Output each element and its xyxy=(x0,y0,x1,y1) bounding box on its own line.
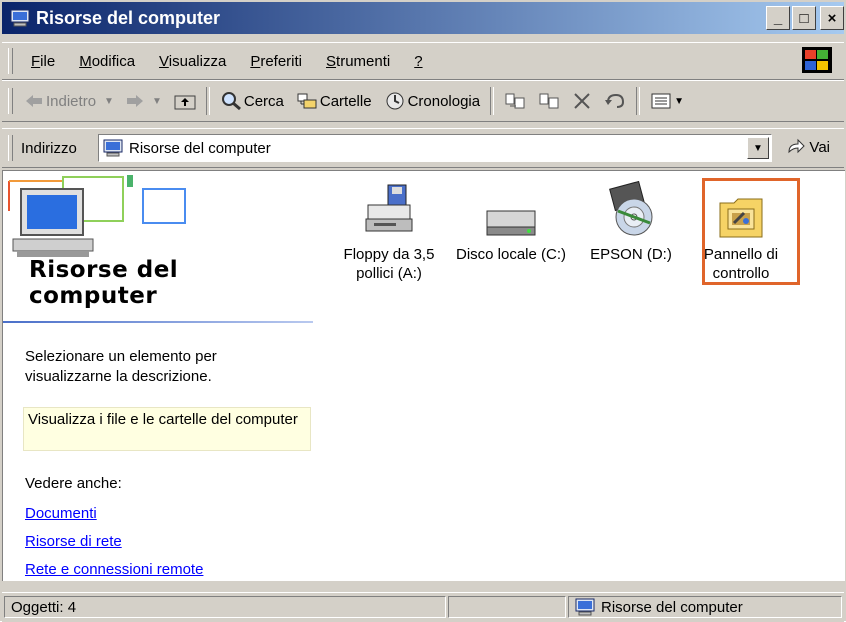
history-icon xyxy=(386,92,404,110)
folders-button[interactable]: Cartelle xyxy=(296,92,372,110)
history-button[interactable]: Cronologia xyxy=(384,91,480,111)
link-documenti[interactable]: Documenti xyxy=(25,505,97,522)
title-divider xyxy=(3,321,313,323)
back-dropdown-icon[interactable]: ▼ xyxy=(104,96,114,107)
views-button[interactable]: ▼ xyxy=(650,92,684,110)
up-folder-button[interactable] xyxy=(174,92,196,110)
back-button[interactable]: Indietro ▼ xyxy=(25,93,114,110)
menu-preferiti[interactable]: Preferiti xyxy=(250,53,302,70)
see-also-heading: Vedere anche: xyxy=(25,475,122,492)
standard-toolbar: Indietro ▼ ▼ Cerca Cartelle Cronologia ▼ xyxy=(2,80,844,122)
views-dropdown-icon[interactable]: ▼ xyxy=(674,96,684,107)
forward-arrow-icon xyxy=(126,95,143,107)
back-arrow-icon xyxy=(26,95,42,107)
views-icon xyxy=(651,93,671,109)
search-button[interactable]: Cerca xyxy=(220,91,284,111)
address-label: Indirizzo xyxy=(21,139,77,157)
cd-drive-label: EPSON (D:) xyxy=(590,246,672,263)
copy-to-icon xyxy=(539,93,559,109)
menu-strumenti[interactable]: Strumenti xyxy=(326,53,390,70)
status-bar: Oggetti: 4 Risorse del computer xyxy=(2,592,844,622)
status-empty xyxy=(448,596,566,618)
copy-to-button[interactable] xyxy=(538,92,560,110)
link-rete-connessioni-remote[interactable]: Rete e connessioni remote xyxy=(25,561,203,578)
windows-logo-icon xyxy=(802,47,832,73)
cd-drive-icon xyxy=(609,181,653,236)
local-disk-label: Disco locale (C:) xyxy=(455,246,567,263)
link-risorse-di-rete[interactable]: Risorse di rete xyxy=(25,533,122,550)
menu-visualizza[interactable]: Visualizza xyxy=(159,53,226,70)
undo-button[interactable] xyxy=(604,92,626,110)
cd-drive-item[interactable]: EPSON (D:) xyxy=(571,179,691,264)
address-grip[interactable] xyxy=(8,135,13,161)
move-to-icon xyxy=(505,93,525,109)
forward-dropdown-icon[interactable]: ▼ xyxy=(152,96,162,107)
move-to-button[interactable] xyxy=(504,92,526,110)
address-input[interactable]: Risorse del computer ▼ xyxy=(98,134,772,162)
search-icon xyxy=(221,92,241,111)
selection-hint: Selezionare un elemento per visualizzarn… xyxy=(25,348,217,385)
floppy-drive-icon xyxy=(365,184,413,232)
up-folder-icon xyxy=(174,95,196,110)
folders-icon xyxy=(297,93,317,109)
local-disk-item[interactable]: Disco locale (C:) xyxy=(451,179,571,264)
menu-file[interactable]: File xyxy=(31,53,55,70)
delete-button[interactable] xyxy=(572,92,592,110)
my-computer-banner-icon xyxy=(8,175,186,257)
status-location: Risorse del computer xyxy=(568,596,842,618)
go-button[interactable]: Vai xyxy=(786,138,830,156)
explorer-window: Risorse del computer _ □ × File Modifica… xyxy=(0,0,846,622)
forward-button[interactable]: ▼ xyxy=(126,94,162,108)
go-arrow-icon xyxy=(788,138,806,154)
address-value: Risorse del computer xyxy=(129,139,271,157)
maximize-button[interactable]: □ xyxy=(792,6,816,30)
left-pane: Risorse del computer Selezionare un elem… xyxy=(3,171,313,581)
delete-x-icon xyxy=(574,93,590,109)
status-objects: Oggetti: 4 xyxy=(4,596,446,618)
floppy-drive-label: Floppy da 3,5 pollici (A:) xyxy=(343,246,435,282)
window-title: Risorse del computer xyxy=(36,7,221,28)
computer-icon xyxy=(10,9,30,27)
menu-modifica[interactable]: Modifica xyxy=(79,53,135,70)
page-title: Risorse del computer xyxy=(29,257,179,309)
computer-icon xyxy=(575,598,595,616)
floppy-drive-item[interactable]: Floppy da 3,5 pollici (A:) xyxy=(329,179,449,283)
info-box: Visualizza i file e le cartelle del comp… xyxy=(23,407,311,451)
undo-icon xyxy=(605,93,625,108)
toolbar-grip[interactable] xyxy=(8,88,13,114)
menu-grip[interactable] xyxy=(8,48,13,74)
address-bar: Indirizzo Risorse del computer ▼ Vai xyxy=(2,128,844,168)
menu-help[interactable]: ? xyxy=(414,53,422,70)
close-button[interactable]: × xyxy=(820,6,844,30)
control-panel-highlight xyxy=(702,178,800,285)
local-disk-icon xyxy=(486,210,536,236)
menu-bar: File Modifica Visualizza Preferiti Strum… xyxy=(2,42,844,80)
computer-icon xyxy=(103,139,123,157)
minimize-button[interactable]: _ xyxy=(766,6,790,30)
address-dropdown-button[interactable]: ▼ xyxy=(747,137,769,159)
title-bar[interactable]: Risorse del computer _ □ × xyxy=(2,2,844,34)
